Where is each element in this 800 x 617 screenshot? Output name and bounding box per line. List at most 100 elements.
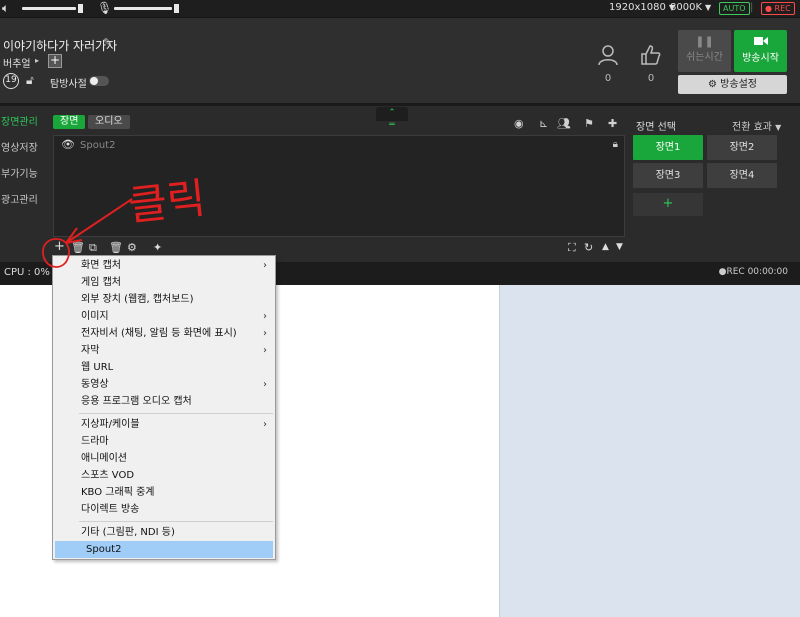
menu-item-external-device[interactable]: 외부 장치 (웹캠, 캡처보드) — [55, 291, 273, 308]
menu-item-terrestrial-cable[interactable]: 지상파/케이블 › — [55, 416, 273, 433]
scene-4-button[interactable]: 장면4 — [707, 163, 777, 188]
refresh-icon[interactable]: ↻ — [584, 241, 593, 254]
menu-item-subtitle[interactable]: 자막 › — [55, 342, 273, 359]
like-count: 0 — [637, 44, 665, 84]
layout-icon[interactable]: ⊾ — [539, 117, 548, 130]
scene-2-button[interactable]: 장면2 — [707, 135, 777, 160]
rec-badge[interactable]: ● REC — [761, 2, 795, 15]
menu-item-other[interactable]: 기타 (그림판, NDI 등) — [55, 524, 273, 541]
fullscreen-icon[interactable]: ⛶ — [568, 241, 576, 255]
broadcast-settings-button[interactable]: ⚙ 방송설정 — [678, 75, 787, 94]
panel-divider — [0, 103, 800, 106]
thumbs-up-icon — [637, 44, 665, 71]
chevron-down-icon: ▼ — [705, 3, 712, 12]
cpu-usage: CPU : 0% — [4, 267, 50, 278]
rest-time-button[interactable]: ❚❚ 쉬는시간 — [678, 30, 731, 72]
menu-item-sports-vod[interactable]: 스포츠 VOD — [55, 467, 273, 484]
gear-icon[interactable]: ⚙ — [127, 241, 137, 254]
menu-item-assistant[interactable]: 전자비서 (채팅, 알림 등 화면에 표시) › — [55, 325, 273, 342]
rec-timer: ●REC 00:00:00 — [718, 267, 788, 277]
broadcast-title[interactable]: 이야기하다가 자러가자 — [3, 37, 117, 54]
eye-icon[interactable]: 👁︎ — [61, 138, 75, 151]
puzzle-icon[interactable]: ✚ — [608, 117, 617, 130]
delete-icon[interactable]: 🗑︎ — [71, 241, 85, 254]
nav-item-video-save[interactable]: 영상저장 — [0, 137, 48, 163]
chevron-right-icon[interactable]: ▸ — [35, 56, 39, 65]
expand-toggle-button[interactable]: ⌃ ═ — [376, 107, 408, 130]
submenu-arrow-icon: › — [263, 419, 267, 430]
add-scene-button[interactable]: + — [633, 193, 703, 216]
mic-volume-slider[interactable] — [114, 7, 172, 10]
menu-separator — [79, 521, 273, 522]
move-up-icon[interactable]: ▲ — [602, 242, 609, 252]
edit-pencil-icon[interactable]: ✎ — [103, 36, 112, 49]
source-list-preview[interactable]: 👁︎ Spout2 🔒︎ — [53, 135, 625, 237]
scene-3-button[interactable]: 장면3 — [633, 163, 703, 188]
menu-item-screen-capture[interactable]: 화면 캡처 › — [55, 257, 273, 274]
broadcast-header: 이야기하다가 자러가자 ✎ 버추얼 ▸ + 19 🔓︎ 탐방사절 0 0 ❚❚ … — [0, 18, 800, 130]
copy-icon[interactable]: ⧉ — [89, 241, 97, 255]
source-row[interactable]: 👁︎ Spout2 🔒︎ — [54, 138, 624, 154]
scene-1-button[interactable]: 장면1 — [633, 135, 703, 160]
add-category-button[interactable]: + — [48, 54, 62, 68]
person-icon — [594, 44, 622, 71]
menu-item-video[interactable]: 동영상 › — [55, 376, 273, 393]
location-pin-icon[interactable]: ◉ — [514, 117, 524, 130]
source-name: Spout2 — [80, 140, 116, 151]
explore-label: 탐방사절 — [50, 79, 87, 90]
pause-icon: ❚❚ — [695, 35, 714, 48]
bitrate-select[interactable]: 8000K ▼ — [670, 2, 711, 13]
viewer-count-value: 0 — [604, 73, 612, 84]
move-down-icon[interactable]: ▼ — [616, 242, 623, 252]
broadcast-app-window: 🔈︎ 🎙︎ 1920x1080 ▼ 8000K ▼ AUTO | ● REC 이야기… — [0, 0, 800, 285]
explore-toggle[interactable] — [89, 76, 109, 86]
speaker-icon[interactable]: 🔈︎ — [2, 1, 9, 16]
transition-effect-select[interactable]: 전환 효과 ▼ — [732, 118, 781, 133]
menu-item-animation[interactable]: 애니메이션 — [55, 450, 273, 467]
submenu-arrow-icon: › — [263, 379, 267, 390]
viewer-count: 0 — [594, 44, 622, 84]
rest-time-label: 쉬는시간 — [686, 52, 723, 63]
trash-icon[interactable]: 🗑︎ — [109, 241, 123, 254]
nav-item-extras[interactable]: 부가기능 — [0, 163, 48, 189]
menu-item-kbo-graphics[interactable]: KBO 그래픽 중계 — [55, 484, 273, 501]
tab-scene[interactable]: 장면 — [53, 115, 86, 129]
magic-wand-icon[interactable]: ✦ — [153, 241, 162, 254]
broadcast-settings-label: 방송설정 — [720, 79, 757, 90]
lock-icon[interactable]: 🔒︎ — [613, 139, 618, 150]
menu-item-app-audio-capture[interactable]: 응용 프로그램 오디오 캡처 — [55, 393, 273, 410]
source-toolbar: + 🗑︎ ⧉ 🗑︎ ⚙ ✦ ⛶ ↻ ▲ ▼ — [53, 239, 625, 255]
menu-item-spout2[interactable]: Spout2 — [55, 541, 273, 558]
nav-item-scene-management[interactable]: 장면관리 — [0, 111, 48, 137]
video-camera-icon — [734, 36, 787, 49]
like-count-value: 0 — [647, 73, 655, 84]
menu-item-direct-broadcast[interactable]: 다이렉트 방송 — [55, 501, 273, 518]
add-source-context-menu: 화면 캡처 › 게임 캡처 외부 장치 (웹캠, 캡처보드) 이미지 › 전자비서 … — [52, 255, 276, 560]
lock-icon[interactable]: 🔓︎ — [26, 73, 34, 88]
start-broadcast-button[interactable]: 방송시작 — [734, 30, 787, 72]
menu-separator — [79, 413, 273, 414]
category-label[interactable]: 버추얼 — [3, 55, 31, 70]
tab-audio[interactable]: 오디오 — [88, 115, 130, 129]
mic-volume-handle[interactable] — [174, 4, 179, 13]
submenu-arrow-icon: › — [263, 260, 267, 271]
microphone-icon[interactable]: 🎙︎ — [97, 1, 112, 15]
flag-icon[interactable]: ⚑ — [584, 117, 594, 130]
nav-item-ad-management[interactable]: 광고관리 — [0, 189, 48, 215]
group-icon[interactable]: 👥︎ — [557, 117, 571, 130]
age-restriction-badge[interactable]: 19 — [3, 73, 19, 89]
add-source-button[interactable]: + — [54, 239, 65, 254]
auto-badge[interactable]: AUTO — [719, 2, 750, 15]
scene-select-title: 장면 선택 — [636, 122, 676, 133]
menu-item-drama[interactable]: 드라마 — [55, 433, 273, 450]
left-navigation: 장면관리 영상저장 부가기능 광고관리 — [0, 111, 48, 215]
menu-item-game-capture[interactable]: 게임 캡처 — [55, 274, 273, 291]
desktop-background — [499, 285, 800, 617]
menu-item-web-url[interactable]: 웹 URL — [55, 359, 273, 376]
top-bar: 🔈︎ 🎙︎ 1920x1080 ▼ 8000K ▼ AUTO | ● REC — [0, 0, 800, 18]
speaker-volume-slider[interactable] — [22, 7, 76, 10]
menu-item-image[interactable]: 이미지 › — [55, 308, 273, 325]
resolution-select[interactable]: 1920x1080 ▼ — [609, 2, 675, 13]
speaker-volume-handle[interactable] — [78, 4, 83, 13]
start-broadcast-label: 방송시작 — [742, 53, 779, 64]
